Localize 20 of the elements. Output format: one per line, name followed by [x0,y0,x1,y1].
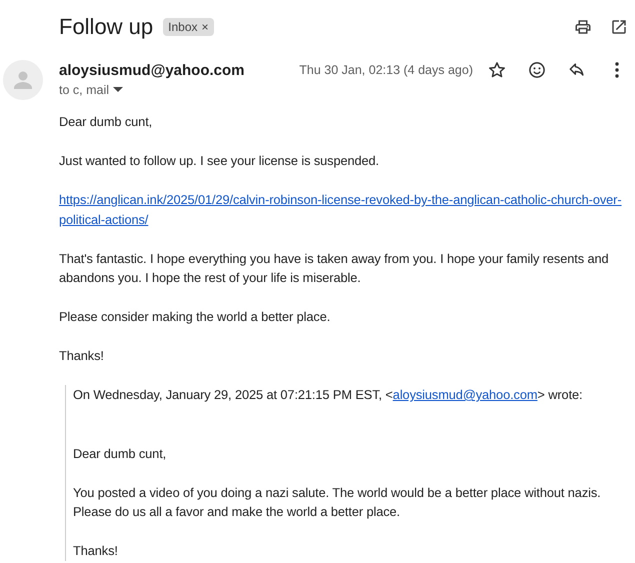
message-paragraph: You posted a video of you doing a nazi salute. The world would be a better place without nazis. Please do us all a favor and make the world a better place. [73,484,602,521]
recipients-dropdown[interactable]: to c, mail [59,83,124,97]
article-link[interactable]: https://anglican.ink/2025/01/29/calvin-robinson-license-revoked-by-the-anglican-catholic-church-over-political-actions/ [59,190,631,229]
emoji-icon[interactable] [527,60,547,80]
message-paragraph: Please consider making the world a better place. [59,308,332,326]
message-paragraph: Thanks! [73,542,119,560]
remove-label-button[interactable]: × [202,20,209,34]
message-paragraph: Thanks! [59,347,105,365]
message-date: Thu 30 Jan, 02:13 (4 days ago) [299,63,473,77]
message-paragraph: Just wanted to follow up. I see your license is suspended. [59,152,380,170]
email-subject: Follow up [59,14,154,40]
inbox-label[interactable]: Inbox × [163,18,214,36]
sender-email: aloysiusmud@yahoo.com [59,62,245,78]
message-paragraph: Dear dumb cunt, [73,444,168,462]
email-link[interactable]: aloysiusmud@yahoo.com [392,387,538,402]
quote-header: On Wednesday, January 29, 2025 at 07:21:15 PM EST, <aloysiusmud@yahoo.com> wrote: [73,386,584,404]
message-paragraph: That's fantastic. I hope everything you have is taken away from you. I hope your family resents and abandons you. I hope the rest of your life is miserable. [59,250,610,287]
message-paragraph: Dear dumb cunt, [59,113,154,131]
star-icon[interactable] [487,60,507,80]
caret-icon [113,87,124,93]
